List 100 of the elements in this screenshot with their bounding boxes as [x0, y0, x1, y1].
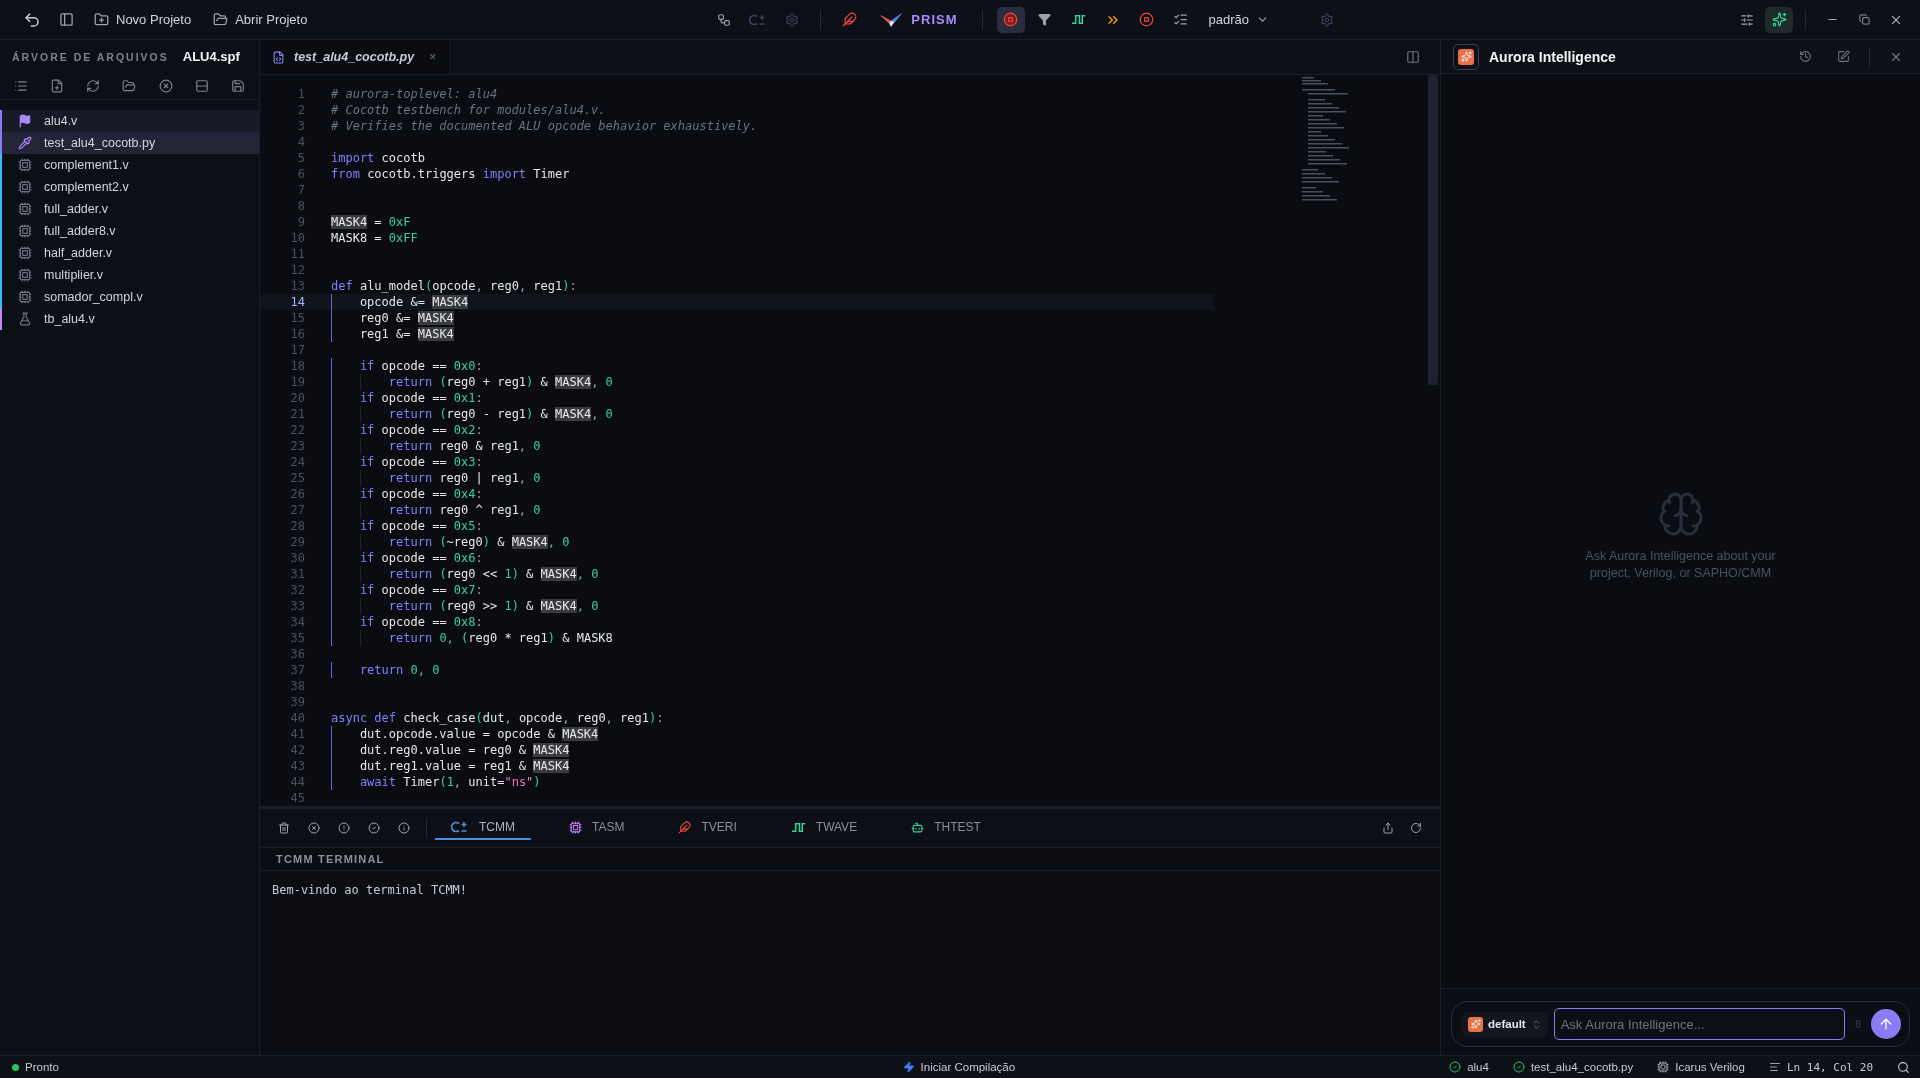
line-number: 40 — [289, 711, 305, 725]
chip-icon — [18, 180, 32, 194]
line-number: 25 — [289, 471, 305, 485]
check-circle-icon — [1512, 1061, 1525, 1073]
scrollbar[interactable] — [1428, 75, 1438, 385]
lines-icon — [1768, 1061, 1781, 1073]
chat-input[interactable]: Ask Aurora Intelligence... — [1553, 1008, 1845, 1040]
send-button[interactable] — [1871, 1009, 1901, 1039]
code-line: return 0, (reg0 * reg1) & MASK8 — [331, 630, 613, 646]
terminal-tab[interactable]: THTEST — [895, 816, 997, 840]
code-line: # aurora-toplevel: alu4 — [331, 86, 498, 102]
profile-dropdown[interactable]: padrão — [1200, 8, 1277, 31]
line-number: 19 — [289, 375, 305, 389]
code-line: # Cocotb testbench for modules/alu4.v. — [331, 102, 606, 118]
code-line: dut.opcode.value = opcode & MASK4 — [331, 726, 599, 742]
cursor-position: Ln 14, Col 20 — [1786, 1060, 1873, 1074]
folder-icon[interactable] — [122, 79, 137, 93]
save-icon[interactable] — [230, 79, 245, 93]
file-item[interactable]: tb_alu4.v — [0, 308, 259, 330]
code-line: def alu_model(opcode, reg0, reg1): — [331, 278, 577, 294]
file-item[interactable]: complement1.v — [0, 154, 259, 176]
line-number: 34 — [289, 615, 305, 629]
code-line: MASK8 = 0xFF — [331, 230, 418, 246]
line-number: 10 — [289, 231, 305, 245]
sparkles-button[interactable] — [1765, 6, 1793, 33]
close-circle-icon[interactable] — [158, 79, 173, 93]
file-item[interactable]: full_adder.v — [0, 198, 259, 220]
empty-state-text: Ask Aurora Intelligence about your project, Verilog, or SAPHO/CMM — [1584, 548, 1777, 582]
flag-icon — [18, 114, 32, 128]
code-line: async def check_case(dut, opcode, reg0, reg1): — [331, 710, 664, 726]
code-line: if opcode == 0x7: — [331, 582, 483, 598]
sparkles-icon — [1460, 51, 1472, 62]
line-number: 43 — [289, 759, 305, 773]
file-item[interactable]: half_adder.v — [0, 242, 259, 264]
chip-icon — [1657, 1061, 1670, 1073]
file-item[interactable]: test_alu4_cocotb.py — [0, 132, 259, 154]
terminal-tab[interactable]: TWAVE — [774, 815, 874, 841]
search-icon[interactable] — [1897, 1060, 1910, 1074]
line-number: 44 — [289, 775, 305, 789]
tab-close[interactable]: × — [429, 50, 437, 64]
line-number: 11 — [289, 247, 305, 261]
line-number: 31 — [289, 567, 305, 581]
brand-name: PRISM — [911, 12, 958, 27]
line-number: 38 — [289, 679, 305, 693]
line-number: 39 — [289, 695, 305, 709]
terminal-title: TCMM TERMINAL — [260, 848, 1440, 871]
new-project-button[interactable]: Novo Projeto — [86, 8, 200, 31]
line-number: 33 — [289, 599, 305, 613]
code-line: return (reg0 - reg1) & MASK4, 0 — [331, 406, 613, 422]
line-number: 13 — [289, 279, 305, 293]
model-select[interactable]: default — [1462, 1011, 1548, 1037]
chip-icon — [569, 820, 582, 834]
code-line: return (~reg0) & MASK4, 0 — [331, 534, 570, 550]
code-line: reg0 &= MASK4 — [331, 310, 454, 326]
file-item[interactable]: alu4.v — [0, 110, 259, 132]
code-line: if opcode == 0x5: — [331, 518, 483, 534]
editor-tab[interactable]: test_alu4_cocotb.py × — [260, 40, 452, 74]
code-line: return reg0 & reg1, 0 — [331, 438, 541, 454]
chip-icon — [18, 290, 32, 304]
terminal-tab[interactable]: TCMM — [435, 816, 531, 840]
line-number: 26 — [289, 487, 305, 501]
code-line: await Timer(1, unit="ns") — [331, 774, 541, 790]
file-item[interactable]: full_adder8.v — [0, 220, 259, 242]
pipette-icon — [18, 136, 32, 150]
split-icon[interactable] — [1406, 50, 1420, 64]
code-line: reg1 &= MASK4 — [331, 326, 454, 342]
sparkles-icon — [1470, 1019, 1481, 1029]
code-line: dut.reg0.value = reg0 & MASK4 — [331, 742, 570, 758]
code-line: import cocotb — [331, 150, 425, 166]
sparkles-icon — [1771, 12, 1787, 27]
code-line: from cocotb.triggers import Timer — [331, 166, 570, 182]
line-number: 9 — [296, 215, 305, 229]
bird-logo-icon — [879, 11, 904, 28]
simulator-status: Icarus Verilog — [1675, 1061, 1745, 1073]
line-number: 3 — [296, 119, 305, 133]
terminal-tab[interactable]: TASM — [553, 816, 641, 840]
rows-icon[interactable] — [194, 79, 209, 93]
file-item[interactable]: multiplier.v — [0, 264, 259, 286]
open-project-button[interactable]: Abrir Projeto — [205, 8, 316, 31]
chip-icon — [18, 224, 32, 238]
robot-icon — [911, 820, 925, 834]
chip-icon — [18, 158, 32, 172]
file-status: test_alu4_cocotb.py — [1530, 1061, 1634, 1073]
code-line: return 0, 0 — [331, 662, 440, 678]
project-name: ALU4.spf — [182, 49, 240, 64]
terminal-tab[interactable]: TVERI — [662, 816, 753, 840]
line-number: 28 — [289, 519, 305, 533]
feather-icon — [678, 820, 692, 834]
line-number: 29 — [289, 535, 305, 549]
file-item[interactable]: complement2.v — [0, 176, 259, 198]
list-icon[interactable] — [14, 79, 28, 93]
code-line: return reg0 ^ reg1, 0 — [331, 502, 541, 518]
line-number: 15 — [289, 311, 305, 325]
refresh-icon[interactable] — [86, 79, 101, 93]
assistant-title: Aurora Intelligence — [1489, 48, 1617, 65]
compile-button[interactable]: Iniciar Compilação — [902, 1061, 1016, 1073]
tab-title: test_alu4_cocotb.py — [294, 50, 415, 64]
new-file-icon[interactable] — [50, 79, 65, 93]
line-number: 41 — [289, 727, 305, 741]
record-view-button[interactable] — [996, 6, 1025, 33]
